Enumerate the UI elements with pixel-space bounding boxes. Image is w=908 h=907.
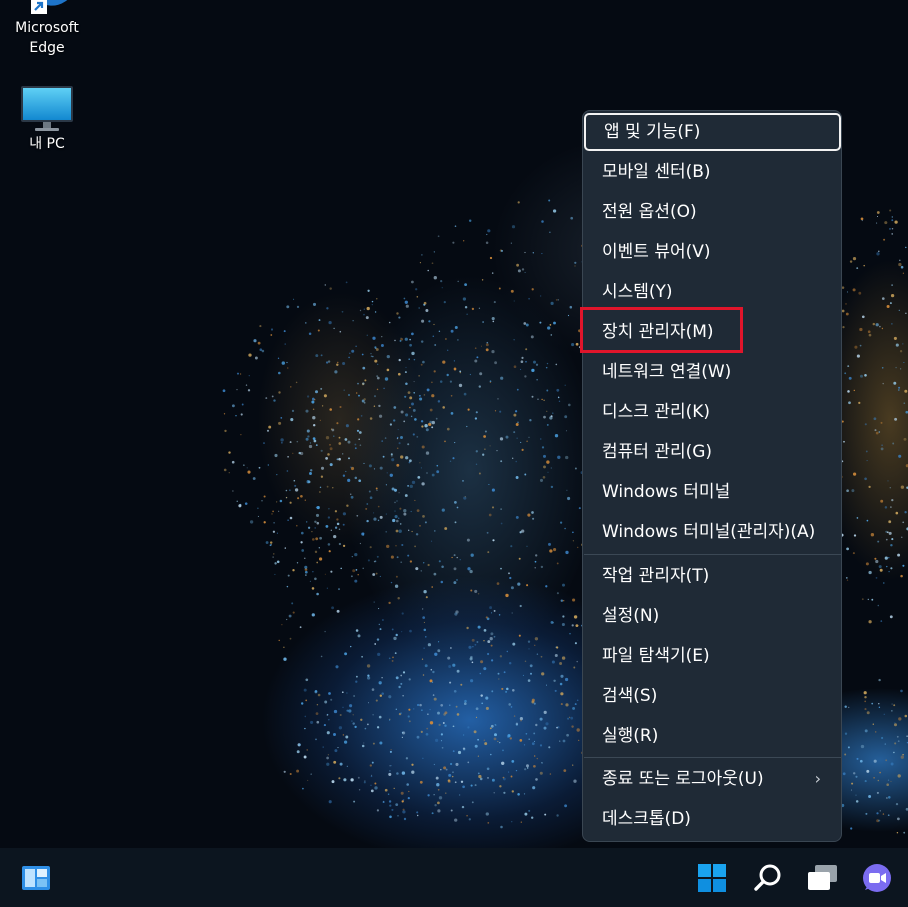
desktop-icon-label: 내 PC [29,136,65,152]
desktop-icon-my-pc[interactable]: 내 PC [7,84,87,154]
menu-item-settings[interactable]: 설정(N) [583,597,841,635]
computer-icon [20,84,74,134]
menu-item-apps-and-features[interactable]: 앱 및 기능(F) [584,113,841,151]
menu-item-system[interactable]: 시스템(Y) [583,273,841,311]
taskbar [0,848,908,907]
menu-item-desktop[interactable]: 데스크톱(D) [583,800,841,838]
task-view-icon[interactable] [802,858,842,898]
menu-item-run[interactable]: 실행(R) [583,717,841,755]
menu-item-network-connections[interactable]: 네트워크 연결(W) [583,353,841,391]
menu-separator [584,757,841,758]
search-icon[interactable] [748,858,788,898]
menu-item-windows-terminal-admin[interactable]: Windows 터미널(관리자)(A) [583,513,841,551]
winx-context-menu: 앱 및 기능(F) 모바일 센터(B) 전원 옵션(O) 이벤트 뷰어(V) 시… [582,110,842,842]
menu-item-search[interactable]: 검색(S) [583,677,841,715]
menu-item-power-options[interactable]: 전원 옵션(O) [583,193,841,231]
widgets-icon[interactable] [16,858,56,898]
menu-separator [584,554,841,555]
menu-item-file-explorer[interactable]: 파일 탐색기(E) [583,637,841,675]
highlight-box [580,307,743,353]
menu-item-windows-terminal[interactable]: Windows 터미널 [583,473,841,511]
menu-item-task-manager[interactable]: 작업 관리자(T) [583,557,841,595]
chat-icon[interactable] [857,858,897,898]
menu-item-disk-management[interactable]: 디스크 관리(K) [583,393,841,431]
start-icon[interactable] [692,858,732,898]
menu-item-mobility-center[interactable]: 모바일 센터(B) [583,153,841,191]
edge-icon [23,0,71,18]
desktop: Microsoft Edge 내 PC 앱 및 기능(F) 모바일 센터(B) [0,0,908,907]
desktop-icon-edge[interactable]: Microsoft Edge [7,0,87,58]
menu-item-computer-management[interactable]: 컴퓨터 관리(G) [583,433,841,471]
menu-item-shutdown-or-sign-out[interactable]: 종료 또는 로그아웃(U) › [583,760,841,798]
chevron-right-icon: › [814,769,821,788]
menu-item-event-viewer[interactable]: 이벤트 뷰어(V) [583,233,841,271]
desktop-icon-label: Microsoft Edge [15,20,79,56]
